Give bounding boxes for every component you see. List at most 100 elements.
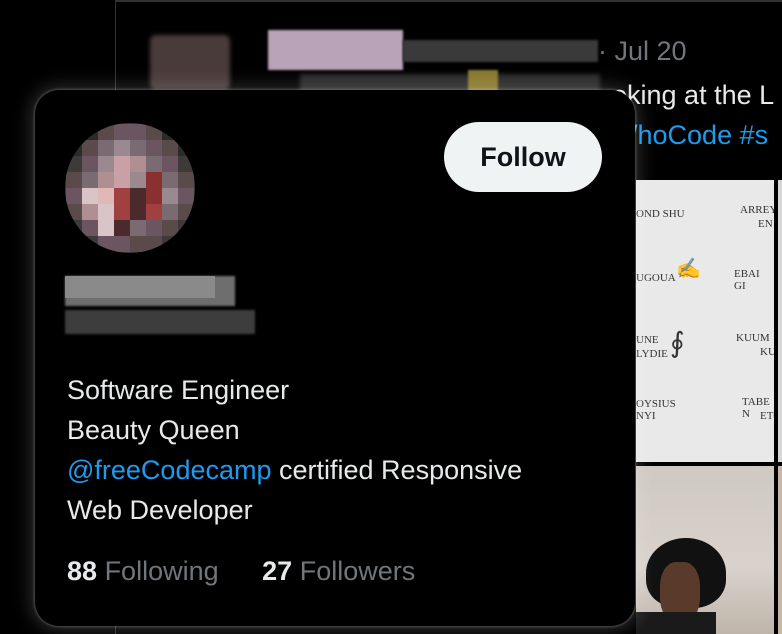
followers-count: 27 bbox=[262, 556, 293, 586]
avatar-mosaic-tile bbox=[66, 172, 82, 188]
avatar-mosaic-tile bbox=[130, 220, 146, 236]
avatar-mosaic-tile bbox=[130, 236, 146, 252]
profile-avatar[interactable] bbox=[65, 123, 195, 253]
avatar-mosaic-tile bbox=[146, 188, 162, 204]
bio-line-1: Software Engineer bbox=[67, 375, 290, 405]
avatar-mosaic-tile bbox=[178, 124, 194, 140]
avatar-mosaic-tile bbox=[114, 188, 130, 204]
background-tweet-image-edge bbox=[778, 180, 782, 462]
doc-name-2: ARREY bbox=[740, 204, 774, 216]
followers-label: Followers bbox=[299, 556, 416, 586]
avatar-mosaic-tile bbox=[178, 220, 194, 236]
avatar-mosaic-tile bbox=[82, 172, 98, 188]
avatar-mosaic-tile bbox=[66, 236, 82, 252]
avatar-mosaic-tile bbox=[98, 172, 114, 188]
avatar-mosaic-tile bbox=[66, 156, 82, 172]
doc-name-10: OYSIUS bbox=[636, 398, 676, 410]
avatar-mosaic-tile bbox=[162, 236, 178, 252]
avatar-mosaic-tile bbox=[114, 172, 130, 188]
background-emoji-blur bbox=[468, 70, 498, 92]
bio-line-4: Web Developer bbox=[67, 495, 253, 525]
avatar-mosaic-tile bbox=[130, 140, 146, 156]
avatar-mosaic-tile bbox=[98, 204, 114, 220]
avatar-mosaic-tile bbox=[146, 204, 162, 220]
avatar-mosaic-tile bbox=[178, 172, 194, 188]
avatar-mosaic-tile bbox=[82, 156, 98, 172]
avatar-mosaic-tile bbox=[130, 124, 146, 140]
avatar-mosaic-tile bbox=[146, 140, 162, 156]
avatar-mosaic-tile bbox=[82, 204, 98, 220]
avatar-mosaic-tile bbox=[162, 220, 178, 236]
following-link[interactable]: 88 Following bbox=[67, 556, 219, 587]
signature-icon: ✍ bbox=[676, 258, 701, 280]
avatar-mosaic-tile bbox=[114, 220, 130, 236]
avatar-mosaic-tile bbox=[98, 140, 114, 156]
followers-link[interactable]: 27 Followers bbox=[262, 556, 415, 587]
avatar-mosaic-tile bbox=[66, 204, 82, 220]
avatar-mosaic-tile bbox=[178, 156, 194, 172]
avatar-mosaic-tile bbox=[146, 220, 162, 236]
background-tweet-date[interactable]: · Jul 20 bbox=[598, 36, 687, 67]
doc-name-3: EN bbox=[758, 218, 773, 230]
avatar-mosaic-tile bbox=[66, 124, 82, 140]
doc-name-4: UGOUA bbox=[636, 272, 676, 284]
avatar-mosaic-tile bbox=[178, 204, 194, 220]
avatar-mosaic-tile bbox=[162, 172, 178, 188]
following-label: Following bbox=[104, 556, 219, 586]
doc-name-11: NYI bbox=[636, 410, 656, 422]
avatar-mosaic-tile bbox=[114, 124, 130, 140]
person-body bbox=[636, 612, 716, 634]
avatar-mosaic-tile bbox=[82, 140, 98, 156]
background-tweet-author-name[interactable] bbox=[268, 30, 403, 70]
profile-handle[interactable] bbox=[65, 310, 255, 334]
avatar-mosaic-tile bbox=[66, 188, 82, 204]
profile-stats: 88 Following 27 Followers bbox=[67, 556, 451, 587]
avatar-mosaic-tile bbox=[146, 236, 162, 252]
avatar-mosaic-tile bbox=[82, 124, 98, 140]
doc-name-9: KU bbox=[760, 346, 774, 358]
doc-name-5: EBAI GI bbox=[734, 268, 760, 292]
avatar-mosaic-tile bbox=[98, 188, 114, 204]
avatar-mosaic-tile bbox=[162, 204, 178, 220]
doc-name-6: UNE bbox=[636, 334, 659, 346]
bio-mention-link[interactable]: @freeCodecamp bbox=[67, 455, 272, 485]
avatar-mosaic-tile bbox=[146, 172, 162, 188]
avatar-mosaic-tile bbox=[82, 188, 98, 204]
avatar-mosaic-tile bbox=[162, 140, 178, 156]
avatar-mosaic-tile bbox=[146, 156, 162, 172]
background-tweet-image-document[interactable]: OND SHU ARREY EN UGOUA ✍ EBAI GI UNE LYD… bbox=[636, 180, 774, 462]
bio-line-3: @freeCodecamp certified Responsive bbox=[67, 450, 607, 490]
avatar-mosaic-tile bbox=[98, 236, 114, 252]
avatar-mosaic-tile bbox=[162, 188, 178, 204]
avatar-mosaic-tile bbox=[98, 156, 114, 172]
avatar-mosaic-tile bbox=[114, 156, 130, 172]
doc-name-13: ETO bbox=[760, 410, 774, 422]
avatar-mosaic-tile bbox=[130, 156, 146, 172]
avatar-mosaic-tile bbox=[146, 124, 162, 140]
bio-line-2: Beauty Queen bbox=[67, 415, 240, 445]
background-tweet-author-handle[interactable] bbox=[403, 40, 598, 62]
profile-display-name-highlight bbox=[65, 276, 215, 298]
background-tweet-text-line2[interactable]: /hoCode #s bbox=[630, 120, 768, 151]
avatar-mosaic-tile bbox=[130, 188, 146, 204]
avatar-mosaic-tile bbox=[114, 236, 130, 252]
avatar-mosaic-tile bbox=[130, 204, 146, 220]
avatar-mosaic-tile bbox=[162, 124, 178, 140]
doc-name-8: KUUM bbox=[736, 332, 770, 344]
profile-bio: Software Engineer Beauty Queen @freeCode… bbox=[67, 370, 607, 530]
avatar-mosaic-tile bbox=[82, 236, 98, 252]
profile-hover-card: Follow Software Engineer Beauty Queen @f… bbox=[35, 90, 635, 626]
background-tweet-image-photo-edge bbox=[778, 466, 782, 634]
background-tweet-avatar[interactable] bbox=[150, 35, 230, 90]
background-tweet-image-photo[interactable] bbox=[636, 466, 774, 634]
follow-button[interactable]: Follow bbox=[444, 122, 602, 192]
doc-name-1: OND SHU bbox=[636, 208, 685, 220]
avatar-mosaic-tile bbox=[178, 188, 194, 204]
avatar-mosaic-tile bbox=[66, 220, 82, 236]
avatar-mosaic-tile bbox=[82, 220, 98, 236]
signature-icon: ∮ bbox=[670, 328, 685, 359]
avatar-mosaic-tile bbox=[114, 204, 130, 220]
avatar-mosaic-tile bbox=[114, 140, 130, 156]
following-count: 88 bbox=[67, 556, 98, 586]
avatar-mosaic-tile bbox=[162, 156, 178, 172]
